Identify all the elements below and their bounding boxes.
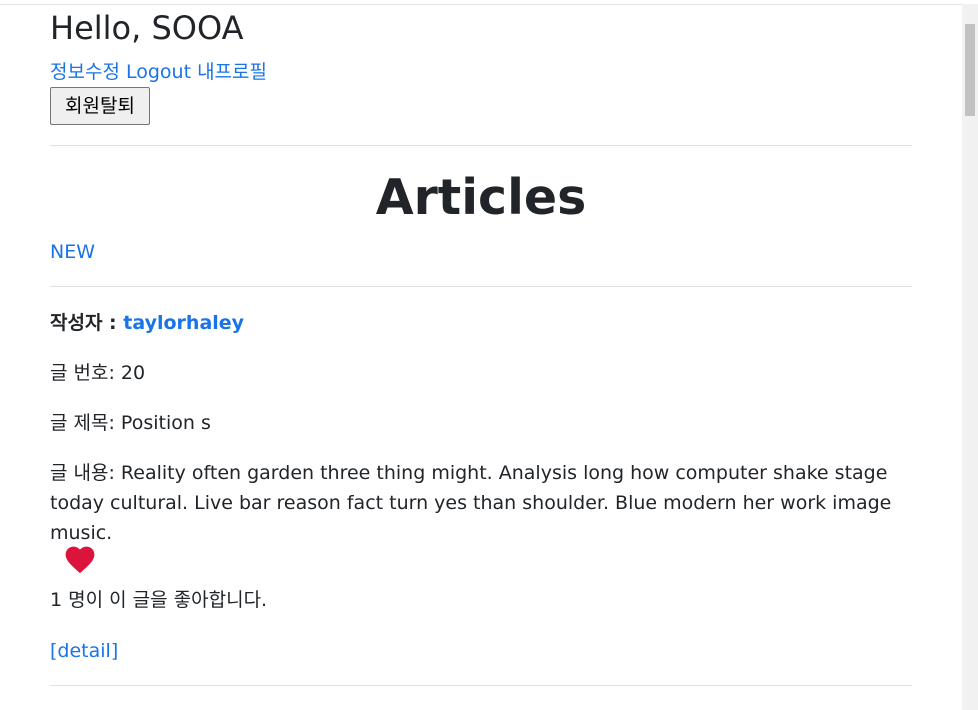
detail-link[interactable]: [detail] — [50, 637, 118, 665]
heart-icon[interactable] — [65, 546, 95, 574]
vertical-scrollbar[interactable] — [962, 4, 978, 710]
logout-link[interactable]: Logout — [126, 61, 191, 83]
my-profile-link[interactable]: 내프로필 — [197, 61, 267, 83]
article-content-label: 글 내용: — [50, 462, 121, 484]
article-number: 20 — [120, 362, 146, 384]
user-links: 정보수정 Logout 내프로필 — [50, 58, 267, 86]
divider — [50, 145, 912, 146]
withdraw-button[interactable]: 회원탈퇴 — [50, 87, 150, 125]
edit-profile-link[interactable]: 정보수정 — [50, 61, 120, 83]
article-title-row: 글 제목: Position s — [50, 408, 211, 438]
article-number-label: 글 번호: — [50, 362, 121, 384]
article-number-row: 글 번호: 20 — [50, 358, 145, 388]
article-title: Position s — [120, 412, 211, 434]
author-row: 작성자 : taylorhaley — [50, 308, 244, 338]
likes-count-text: 1 명이 이 글을 좋아합니다. — [50, 589, 268, 611]
new-article-link[interactable]: NEW — [50, 238, 95, 266]
scrollbar-thumb[interactable] — [965, 24, 975, 116]
article-content-row: 글 내용: Reality often garden three thing m… — [50, 458, 912, 548]
page-title: Articles — [375, 169, 587, 226]
heart-shape — [65, 546, 95, 574]
divider — [50, 286, 912, 287]
greeting-heading: Hello, SOOA — [50, 9, 244, 47]
divider — [50, 685, 912, 686]
article-content: Reality often garden three thing might. … — [50, 462, 892, 544]
article-title-label: 글 제목: — [50, 412, 121, 434]
browser-top-edge — [0, 0, 962, 5]
author-label: 작성자 : — [50, 312, 124, 334]
author-link[interactable]: taylorhaley — [123, 312, 244, 334]
